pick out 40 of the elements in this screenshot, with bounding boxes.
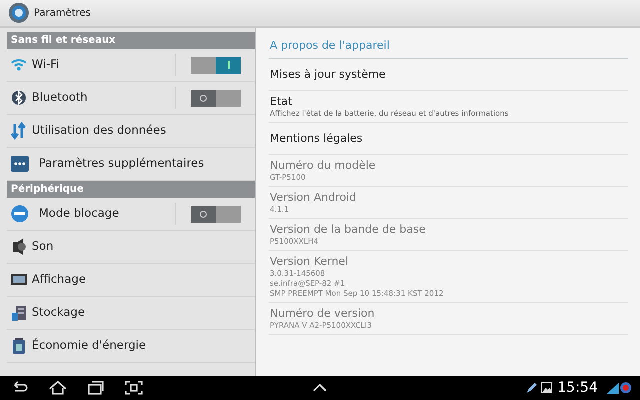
image-icon bbox=[540, 382, 553, 394]
item-title: Mises à jour système bbox=[270, 68, 387, 82]
item-title: Numéro du modèle bbox=[270, 158, 377, 172]
clock: 15:54 bbox=[558, 378, 598, 398]
section-header: Périphérique bbox=[7, 181, 255, 198]
pen-icon bbox=[524, 382, 537, 394]
speaker-icon bbox=[10, 238, 28, 256]
settings-item[interactable]: Son bbox=[7, 231, 255, 264]
block-icon bbox=[10, 205, 30, 223]
toggle-switch[interactable] bbox=[191, 206, 241, 222]
section-title: A propos de l'appareil bbox=[269, 36, 628, 58]
settings-item[interactable]: Mode blocage bbox=[7, 198, 255, 231]
item-title: Version de la bande de base bbox=[270, 222, 427, 236]
home-icon[interactable] bbox=[48, 379, 68, 397]
settings-item[interactable]: Bluetooth bbox=[7, 82, 255, 115]
recent-apps-icon[interactable] bbox=[86, 379, 106, 397]
storage-icon bbox=[10, 304, 28, 322]
settings-item[interactable]: Utilisation des données bbox=[7, 115, 255, 148]
circle-icon bbox=[200, 94, 207, 102]
item-title: Numéro de version bbox=[270, 306, 376, 320]
settings-item[interactable]: Affichage bbox=[7, 264, 255, 297]
item-title: Mentions légales bbox=[270, 132, 364, 146]
toggle-switch[interactable] bbox=[191, 90, 241, 106]
bluetooth-icon bbox=[10, 89, 28, 107]
item-title: Version Kernel bbox=[270, 254, 350, 268]
item-title: Etat bbox=[270, 94, 294, 108]
battery-icon bbox=[10, 337, 28, 355]
settings-item[interactable]: Économie d'énergie bbox=[7, 330, 255, 363]
settings-item[interactable]: Wi-Fi bbox=[7, 49, 255, 82]
item-title: Version Android bbox=[270, 190, 358, 204]
more-icon bbox=[10, 155, 30, 173]
settings-item[interactable]: Stockage bbox=[7, 297, 255, 330]
arrows-icon bbox=[10, 122, 28, 140]
alert-icon bbox=[620, 382, 632, 394]
circle-icon bbox=[200, 210, 207, 218]
toggle-switch[interactable] bbox=[191, 56, 241, 74]
signal-icon bbox=[606, 382, 620, 394]
window-title: Paramètres bbox=[34, 6, 92, 20]
section-header: Sans fil et réseaux bbox=[7, 32, 255, 49]
screenshot-icon[interactable] bbox=[124, 379, 144, 397]
